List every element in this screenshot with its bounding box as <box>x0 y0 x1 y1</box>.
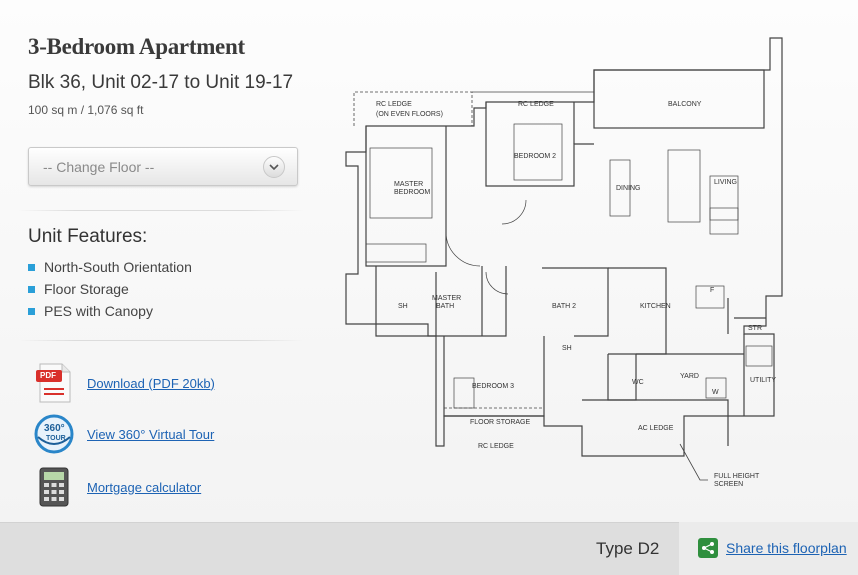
calculator-icon[interactable] <box>34 466 74 508</box>
feature-item: North-South Orientation <box>28 256 192 278</box>
chevron-down-icon[interactable] <box>263 156 285 178</box>
label-master-bath-1: MASTER <box>432 295 461 302</box>
label-ac-ledge: AC LEDGE <box>638 425 674 432</box>
tour-badge-bottom: TOUR <box>46 435 66 442</box>
feature-item: PES with Canopy <box>28 300 192 322</box>
mortgage-row: Mortgage calculator <box>34 466 201 508</box>
share-floorplan-link[interactable]: Share this floorplan <box>726 540 847 556</box>
download-pdf-link[interactable]: Download (PDF 20kb) <box>87 376 215 391</box>
pdf-icon[interactable]: PDF <box>34 362 74 404</box>
features-list: North-South Orientation Floor Storage PE… <box>28 256 192 322</box>
label-master-bedroom: BEDROOM <box>394 189 430 196</box>
label-bedroom-2: BEDROOM 2 <box>514 153 556 160</box>
label-wc: WC <box>632 379 644 386</box>
bullet-icon <box>28 307 35 315</box>
label-master: MASTER <box>394 181 423 188</box>
divider <box>18 210 304 211</box>
change-floor-value: -- Change Floor -- <box>43 159 155 175</box>
virtual-tour-link[interactable]: View 360° Virtual Tour <box>87 427 214 442</box>
label-f: F <box>710 287 714 294</box>
label-screen: SCREEN <box>714 481 743 488</box>
unit-range: Blk 36, Unit 02-17 to Unit 19-17 <box>28 72 294 93</box>
label-yard: YARD <box>680 373 699 380</box>
label-rc-ledge-top: RC LEDGE <box>518 101 554 108</box>
info-sidebar: 3-Bedroom Apartment Blk 36, Unit 02-17 t… <box>0 0 310 522</box>
tour-badge-top: 360° <box>44 423 65 434</box>
label-utility: UTILITY <box>750 377 776 384</box>
change-floor-select[interactable]: -- Change Floor -- <box>28 147 298 186</box>
label-rc-ledge-bottom: RC LEDGE <box>478 443 514 450</box>
label-w: W <box>712 389 719 396</box>
bullet-icon <box>28 285 35 293</box>
label-balcony: BALCONY <box>668 101 702 108</box>
feature-item: Floor Storage <box>28 278 192 300</box>
label-living: LIVING <box>714 179 737 186</box>
label-bath-2: BATH 2 <box>552 303 576 310</box>
label-bedroom-3: BEDROOM 3 <box>472 383 514 390</box>
label-rc-ledge-even: RC LEDGE <box>376 101 412 108</box>
unit-area: 100 sq m / 1,076 sq ft <box>28 103 144 117</box>
tour-row: 360° TOUR View 360° Virtual Tour <box>34 413 214 455</box>
label-sh-1: SH <box>398 303 408 310</box>
label-floor-storage: FLOOR STORAGE <box>470 419 530 426</box>
share-icon[interactable] <box>698 538 718 558</box>
floorplan-panel: 3-Bedroom Apartment Blk 36, Unit 02-17 t… <box>0 0 858 575</box>
label-dining: DINING <box>616 185 641 192</box>
floorplan-drawing: RC LEDGE (ON EVEN FLOORS) RC LEDGE BALCO… <box>345 37 783 488</box>
label-kitchen: KITCHEN <box>640 303 671 310</box>
label-rc-ledge-even-note: (ON EVEN FLOORS) <box>376 111 443 118</box>
label-str: STR <box>748 325 762 332</box>
divider <box>18 340 304 341</box>
pdf-badge-text: PDF <box>40 371 56 380</box>
mortgage-calculator-link[interactable]: Mortgage calculator <box>87 480 201 495</box>
label-sh-2: SH <box>562 345 572 352</box>
unit-type-label: Type D2 <box>596 539 660 558</box>
page-title: 3-Bedroom Apartment <box>28 34 245 59</box>
features-heading: Unit Features: <box>28 226 148 247</box>
label-master-bath-2: BATH <box>436 303 454 310</box>
download-row: PDF Download (PDF 20kb) <box>34 362 215 404</box>
label-full-height: FULL HEIGHT <box>714 473 760 480</box>
tour-360-icon[interactable]: 360° TOUR <box>34 413 74 455</box>
bullet-icon <box>28 263 35 271</box>
